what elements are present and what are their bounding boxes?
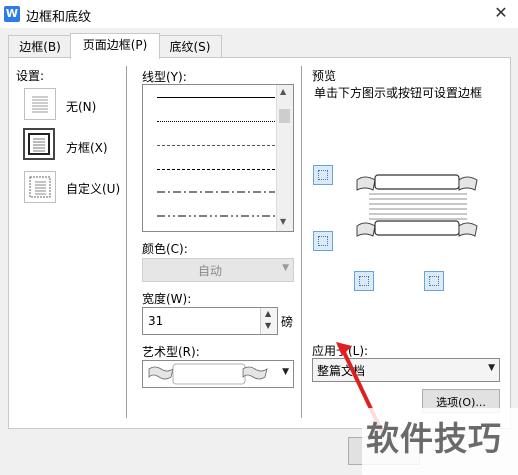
width-stepper[interactable]: 31 ▲ ▼ — [142, 307, 278, 335]
tab-borders[interactable]: 边框(B) — [8, 35, 72, 58]
setting-box-option[interactable] — [23, 128, 55, 160]
page-preview[interactable] — [355, 168, 480, 248]
width-spin-buttons[interactable]: ▲ ▼ — [260, 308, 277, 334]
line-option-dashed[interactable] — [157, 169, 275, 170]
dialog-title: 边框和底纹 — [26, 10, 92, 25]
line-style-scrollbar[interactable]: ▲ ▼ — [276, 85, 293, 231]
setting-none-label: 无(N) — [66, 100, 97, 114]
preview-label: 预览 — [312, 69, 337, 83]
setting-box-label: 方框(X) — [66, 141, 108, 155]
line-option-fine-dashed[interactable] — [157, 145, 275, 146]
scroll-down-icon[interactable]: ▼ — [280, 217, 286, 226]
separator-right — [301, 66, 302, 418]
bottom-border-button[interactable] — [313, 231, 333, 251]
preview-hint: 单击下方图示或按钮可设置边框 — [314, 86, 483, 100]
custom-border-icon — [29, 176, 51, 198]
line-option-dash-dot[interactable] — [157, 191, 275, 193]
banner-art-icon — [148, 363, 268, 385]
line-option-dotted[interactable] — [157, 121, 275, 122]
color-value: 自动 — [197, 264, 222, 278]
left-border-button[interactable] — [354, 271, 374, 291]
tab-page-border[interactable]: 页面边框(P) — [70, 33, 160, 59]
art-label: 艺术型(R): — [142, 345, 200, 359]
setting-none-option[interactable] — [24, 88, 56, 120]
spin-down-icon[interactable]: ▼ — [265, 321, 271, 330]
color-select[interactable]: 自动 ▼ — [142, 258, 294, 282]
scroll-thumb[interactable] — [279, 109, 290, 123]
right-border-button[interactable] — [424, 271, 444, 291]
scroll-up-icon[interactable]: ▲ — [280, 87, 286, 96]
line-option-solid[interactable] — [157, 97, 275, 98]
color-label: 颜色(C): — [142, 242, 188, 256]
chevron-down-icon: ▼ — [282, 367, 289, 377]
art-select[interactable]: ▼ — [142, 360, 294, 388]
settings-label: 设置: — [16, 69, 45, 83]
none-border-icon — [32, 96, 48, 113]
chevron-down-icon: ▼ — [282, 263, 289, 273]
width-value: 31 — [148, 314, 164, 328]
spin-up-icon[interactable]: ▲ — [265, 309, 271, 318]
width-unit: 磅 — [281, 315, 294, 329]
top-banner-art-icon — [356, 174, 478, 191]
tab-shading[interactable]: 底纹(S) — [158, 35, 222, 58]
line-style-label: 线型(Y): — [142, 70, 187, 84]
top-border-button[interactable] — [313, 165, 333, 185]
chevron-down-icon: ▼ — [488, 363, 495, 373]
close-icon[interactable]: ✕ — [490, 2, 512, 24]
box-border-icon — [28, 133, 50, 155]
wps-writer-icon: W — [4, 6, 20, 22]
width-label: 宽度(W): — [142, 292, 192, 306]
bottom-banner-art-icon — [356, 220, 478, 237]
setting-custom-option[interactable] — [24, 171, 56, 203]
setting-custom-label: 自定义(U) — [66, 182, 121, 196]
watermark-text: 软件技巧 — [366, 419, 502, 458]
line-option-dash-dot-dot[interactable] — [157, 215, 275, 217]
line-style-list[interactable]: ▲ ▼ — [142, 84, 294, 232]
separator-left — [126, 66, 127, 418]
